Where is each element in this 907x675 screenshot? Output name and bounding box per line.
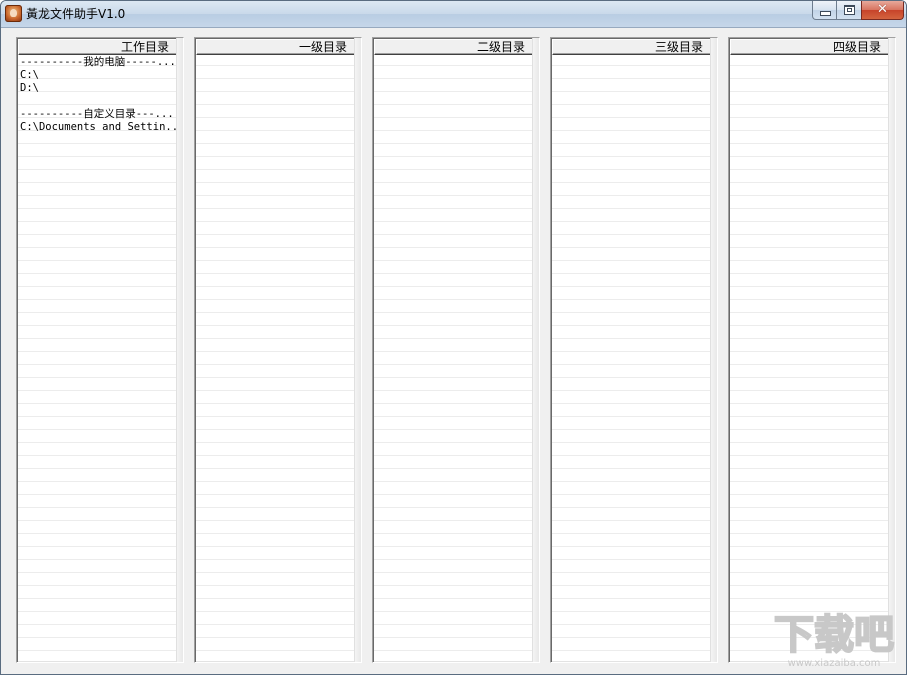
level1-directory-header[interactable]: 一级目录 bbox=[196, 39, 360, 55]
level4-directory-header[interactable]: 四级目录 bbox=[730, 39, 894, 55]
close-button[interactable]: ✕ bbox=[861, 1, 904, 20]
list-edge bbox=[532, 38, 539, 662]
work-directory-list[interactable]: 工作目录 ----------我的电脑-----... C:\ D:\ ----… bbox=[16, 37, 184, 663]
title-bar[interactable]: 黃龙文件助手V1.0 ✕ bbox=[1, 1, 906, 28]
minimize-icon bbox=[820, 11, 831, 16]
client-area: 工作目录 ----------我的电脑-----... C:\ D:\ ----… bbox=[1, 28, 906, 674]
app-window: 黃龙文件助手V1.0 ✕ 工作目录 ----------我的电脑-----...… bbox=[0, 0, 907, 675]
work-directory-header[interactable]: 工作目录 bbox=[18, 39, 182, 55]
list-item[interactable]: C:\ bbox=[20, 69, 181, 82]
list-edge bbox=[888, 38, 895, 662]
list-edge bbox=[354, 38, 361, 662]
level2-directory-list[interactable]: 二级目录 bbox=[372, 37, 540, 663]
level3-directory-header[interactable]: 三级目录 bbox=[552, 39, 716, 55]
list-item[interactable]: C:\Documents and Settin... bbox=[20, 121, 181, 134]
list-item[interactable] bbox=[20, 95, 181, 108]
list-item[interactable]: D:\ bbox=[20, 82, 181, 95]
level4-directory-list[interactable]: 四级目录 bbox=[728, 37, 896, 663]
maximize-button[interactable] bbox=[836, 1, 862, 20]
app-logo-icon[interactable] bbox=[5, 5, 22, 22]
list-edge bbox=[176, 38, 183, 662]
level3-directory-list[interactable]: 三级目录 bbox=[550, 37, 718, 663]
work-directory-rows: ----------我的电脑-----... C:\ D:\ ---------… bbox=[20, 56, 181, 134]
list-item[interactable]: ----------我的电脑-----... bbox=[20, 56, 181, 69]
window-title: 黃龙文件助手V1.0 bbox=[26, 7, 126, 21]
maximize-icon bbox=[844, 5, 855, 15]
level1-directory-list[interactable]: 一级目录 bbox=[194, 37, 362, 663]
list-item[interactable]: ----------自定义目录---... bbox=[20, 108, 181, 121]
list-edge bbox=[710, 38, 717, 662]
close-icon: ✕ bbox=[877, 2, 888, 17]
level2-directory-header[interactable]: 二级目录 bbox=[374, 39, 538, 55]
minimize-button[interactable] bbox=[812, 1, 837, 20]
